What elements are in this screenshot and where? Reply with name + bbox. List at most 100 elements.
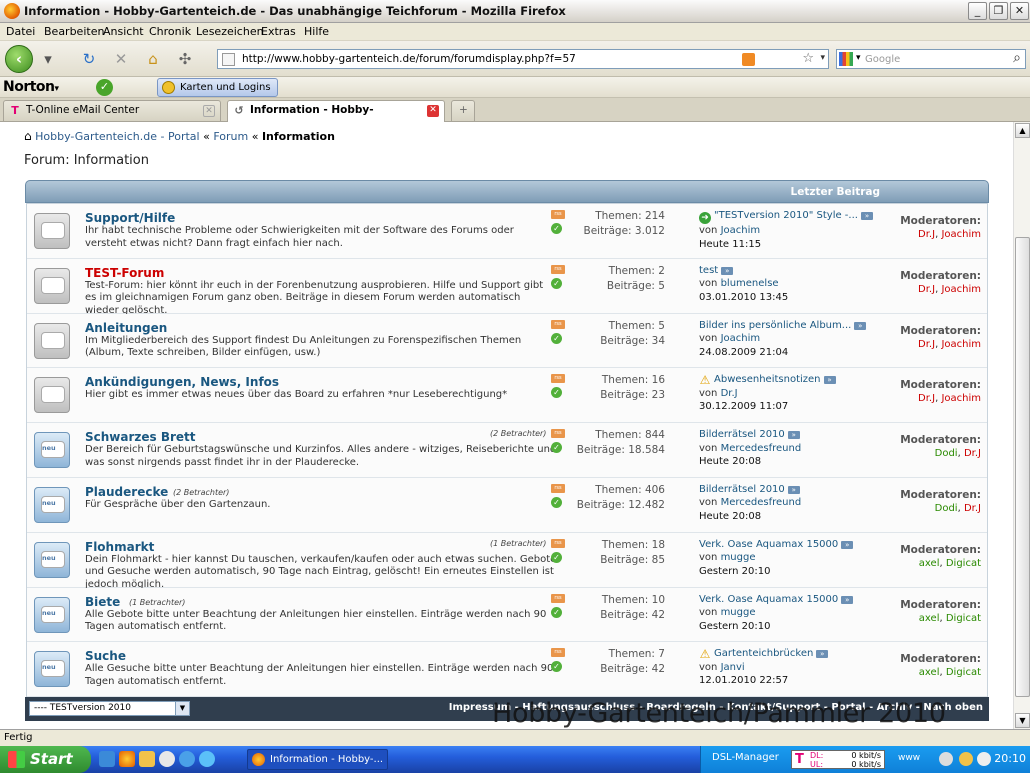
quicklaunch-ie-icon[interactable]	[179, 751, 195, 767]
moderator-link[interactable]: axel	[919, 613, 940, 624]
last-post-title[interactable]: Abwesenheitsnotizen	[714, 374, 821, 385]
url-text[interactable]: http://www.hobby-gartenteich.de/forum/fo…	[242, 53, 576, 65]
moderator-link[interactable]: Dr.J	[918, 284, 935, 295]
forum-title[interactable]: Support/Hilfe	[85, 211, 175, 225]
last-post-author[interactable]: Janvi	[721, 662, 745, 673]
go-to-post-icon[interactable]: »	[721, 266, 734, 275]
scroll-up-icon[interactable]: ▲	[1015, 123, 1030, 138]
go-to-post-icon[interactable]: »	[860, 212, 873, 220]
last-post-title[interactable]: "TESTversion 2010" Style -...	[714, 210, 858, 221]
last-post-title[interactable]: Bilderrätsel 2010	[699, 429, 785, 440]
close-tab-icon[interactable]: ✕	[203, 105, 215, 117]
last-post-title[interactable]: Gartenteichbrücken	[714, 648, 813, 659]
last-post-title[interactable]: Bilder ins persönliche Album...	[699, 320, 851, 331]
moderator-link[interactable]: Joachim	[941, 284, 981, 295]
moderator-link[interactable]: axel	[919, 558, 940, 569]
tab-t-online[interactable]: T T-Online eMail Center ✕	[3, 100, 221, 121]
forum-row[interactable]: Support/Hilfe Ihr habt technische Problem…	[27, 204, 987, 259]
breadcrumb-portal[interactable]: Hobby-Gartenteich.de - Portal	[35, 130, 199, 143]
moderator-link[interactable]: Joachim	[941, 339, 981, 350]
go-to-post-icon[interactable]: »	[816, 650, 829, 659]
last-post-author[interactable]: mugge	[721, 552, 756, 563]
dsl-manager-label[interactable]: DSL-Manager	[712, 752, 779, 763]
moderator-link[interactable]: Dr.J	[918, 339, 935, 350]
moderator-link[interactable]: Dr.J	[964, 503, 981, 514]
menu-chronik[interactable]: Chronik	[149, 25, 191, 38]
last-post-author[interactable]: mugge	[721, 607, 756, 618]
quicklaunch-browser-icon[interactable]	[199, 751, 215, 767]
minimize-button[interactable]: _	[968, 2, 987, 20]
go-to-post-icon[interactable]: »	[841, 540, 854, 549]
quicklaunch-media-icon[interactable]	[159, 751, 175, 767]
moderator-link[interactable]: Joachim	[941, 393, 981, 404]
forum-row[interactable]: neu Biete (1 Betrachter) Alle Gebote bitte …	[27, 587, 987, 643]
rss-icon[interactable]: rss	[551, 374, 565, 384]
moderator-link[interactable]: Digicat	[946, 558, 981, 569]
forum-title[interactable]: Suche	[85, 649, 126, 663]
forum-row[interactable]: Ankündigungen, News, Infos Hier gibt es i…	[27, 368, 987, 424]
go-to-post-icon[interactable]: »	[823, 376, 836, 385]
search-input[interactable]: Google	[865, 54, 900, 65]
scroll-thumb[interactable]	[1015, 237, 1030, 697]
rss-feed-icon[interactable]	[742, 53, 755, 66]
forum-title[interactable]: Plauderecke	[85, 485, 168, 499]
rss-icon[interactable]: rss	[551, 483, 565, 493]
moderator-link[interactable]: axel	[919, 667, 940, 678]
close-window-button[interactable]: ✕	[1010, 2, 1029, 20]
rss-icon[interactable]: rss	[551, 210, 565, 219]
last-post-author[interactable]: Mercedesfreund	[721, 443, 802, 454]
quicklaunch-firefox-icon[interactable]	[119, 751, 135, 767]
norton-safe-check-icon[interactable]: ✓	[96, 79, 113, 96]
maximize-button[interactable]: ❐	[989, 2, 1008, 20]
moderator-link[interactable]: Digicat	[946, 667, 981, 678]
back-button[interactable]: ‹	[5, 45, 33, 73]
search-icon[interactable]: ⌕	[1013, 50, 1021, 66]
tray-network-icon[interactable]	[939, 752, 953, 766]
tray-volume-icon[interactable]	[977, 752, 991, 766]
new-tab-button[interactable]: +	[451, 100, 475, 121]
last-post-author[interactable]: Mercedesfreund	[721, 497, 802, 508]
dsl-speed-widget[interactable]: T DL: UL: 0 kbit/s 0 kbit/s	[791, 750, 885, 769]
forum-row[interactable]: Anleitungen Im Mitgliederbereich des Supp…	[27, 313, 987, 369]
menu-extras[interactable]: Extras	[261, 25, 296, 38]
last-post-title[interactable]: Bilderrätsel 2010	[699, 484, 785, 495]
breadcrumb-forum[interactable]: Forum	[213, 130, 248, 143]
rss-icon[interactable]: rss	[551, 264, 565, 274]
forum-row[interactable]: neu Flohmarkt (1 Betrachter) Dein Flohmarkt…	[27, 532, 987, 590]
bookmark-star-icon[interactable]: ☆	[802, 51, 814, 66]
forum-title[interactable]: TEST-Forum	[85, 266, 164, 280]
search-box[interactable]: ▾ Google ⌕	[836, 49, 1026, 69]
go-to-post-icon[interactable]: »	[854, 321, 867, 330]
close-tab-icon[interactable]: ✕	[427, 105, 439, 117]
moderator-link[interactable]: Dodi	[935, 503, 958, 514]
last-post-author[interactable]: Joachim	[721, 333, 761, 344]
moderator-link[interactable]: Digicat	[946, 613, 981, 624]
forum-title[interactable]: Biete	[85, 595, 120, 609]
forum-row[interactable]: neu Suche Alle Gesuche bitte unter Beachtu…	[27, 642, 987, 698]
home-icon[interactable]: ⌂	[143, 49, 163, 69]
tools-icon[interactable]: ✣	[175, 49, 195, 69]
scroll-down-icon[interactable]: ▼	[1015, 713, 1030, 728]
last-post-author[interactable]: Dr.J	[721, 388, 738, 399]
style-select[interactable]: ---- TESTversion 2010 ▼	[29, 701, 190, 716]
rss-icon[interactable]: rss	[551, 429, 565, 439]
quicklaunch-desktop-icon[interactable]	[99, 751, 115, 767]
forum-row[interactable]: TEST-Forum Test-Forum: hier könnt ihr euc…	[27, 258, 987, 316]
forum-title[interactable]: Ankündigungen, News, Infos	[85, 375, 279, 389]
last-post-author[interactable]: Joachim	[721, 225, 761, 236]
rss-icon[interactable]: rss	[551, 648, 565, 658]
last-post-title[interactable]: Verk. Oase Aquamax 15000	[699, 594, 838, 605]
tray-shield-icon[interactable]	[959, 752, 973, 766]
menu-ansicht[interactable]: Ansicht	[103, 25, 144, 38]
taskbar-firefox-task[interactable]: Information - Hobby-...	[247, 749, 388, 770]
forward-dropdown-icon[interactable]: ▾	[38, 49, 58, 69]
moderator-link[interactable]: Dr.J	[964, 448, 981, 459]
go-to-post-icon[interactable]: »	[787, 485, 800, 494]
menu-bearbeiten[interactable]: Bearbeiten	[44, 25, 104, 38]
tab-information[interactable]: ↺ Information - Hobby-Gartenteich... ✕	[227, 100, 445, 135]
reload-icon[interactable]: ↻	[79, 49, 99, 69]
go-to-post-icon[interactable]: »	[787, 431, 800, 440]
rss-icon[interactable]: rss	[551, 593, 565, 603]
rss-icon[interactable]: rss	[551, 538, 565, 548]
moderator-link[interactable]: Dr.J	[918, 229, 935, 240]
